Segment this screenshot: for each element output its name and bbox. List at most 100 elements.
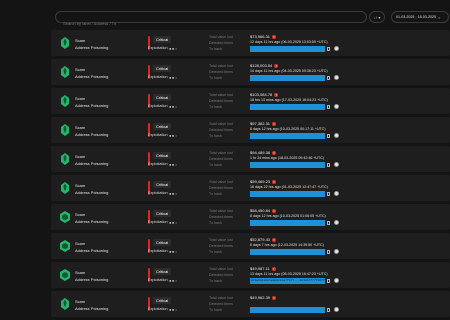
date-range-label: 01-03-2025 - 18-03-2025 [396,15,436,19]
copy-icon[interactable] [327,220,330,225]
copy-icon[interactable] [327,249,330,254]
tx-hash[interactable] [250,307,325,313]
warning-icon: ! [272,295,277,300]
incident-row[interactable]: Scam Address Poisoning Critical Exploita… [51,262,450,288]
tx-hash[interactable] [250,75,325,81]
total-value-lost-label: Total value lost [209,180,233,184]
warning-icon: ! [272,237,277,242]
detected-time-label: Detected times [209,215,233,219]
severity-dots: ●●● [169,278,178,283]
incident-row[interactable]: Scam Address Poisoning Critical Exploita… [51,175,450,201]
copy-icon[interactable] [327,75,330,80]
tx-hash-label: Tx hash [209,47,222,51]
incident-row[interactable]: Scam Address Poisoning Critical Exploita… [51,88,450,114]
green-leaf-icon [60,95,70,107]
incident-subtype: Address Poisoning [75,248,109,253]
total-value-lost-label: Total value lost [209,93,233,97]
dot-empty: ● [174,306,178,312]
explorer-icon[interactable] [334,162,339,167]
category-label: Exploitation [148,249,168,253]
warning-icon: ! [272,208,277,213]
detected-time: 14 days 11 hrs ago (04-03-2025 00:36:23 … [250,69,328,73]
total-value-lost-label: Total value lost [209,151,233,155]
severity-dots: ●●● [169,46,178,51]
tx-hash-label: Tx hash [209,250,222,254]
tx-hash[interactable] [250,220,325,226]
clear-date-icon[interactable]: × [438,15,440,20]
tx-hash[interactable] [250,46,325,52]
explorer-icon[interactable] [334,46,339,51]
severity-dots: ●●● [169,249,178,254]
top-bar: ↓↑ ▾ 01-03-2025 - 18-03-2025 × [0,0,450,30]
green-leaf-icon [60,153,70,165]
copy-icon[interactable] [327,191,330,196]
explorer-icon[interactable] [334,307,339,312]
detected-time: 16 days 22 hrs ago (01-03-2025 12:47:47 … [250,185,328,189]
incident-subtype: Address Poisoning [75,306,109,311]
value-lost-text: $94,489.38 [250,150,271,155]
copy-icon[interactable] [327,278,330,283]
detected-time-label: Detected times [209,70,233,74]
detected-time-label: Detected times [209,157,233,161]
green-cube-icon [60,269,70,281]
warning-icon: ! [272,121,277,126]
sort-button[interactable]: ↓↑ ▾ [369,11,385,23]
tx-hash[interactable] [250,191,325,197]
incident-list: Scam Address Poisoning Critical Exploita… [51,30,450,320]
explorer-icon[interactable] [334,278,339,283]
tx-hash[interactable]: 0x6ab01a9e5a0e0c1ba7f1ff...9c4db7ff7f82f… [250,278,325,284]
severity-dots: ●●● [169,162,178,167]
value-lost-text: $58,450.84 [250,208,271,213]
warning-icon: ! [272,34,277,39]
copy-icon[interactable] [327,46,330,51]
explorer-icon[interactable] [334,249,339,254]
value-lost: $97,382.31 ! [250,121,277,126]
tx-hash[interactable] [250,133,325,139]
value-lost-text: $49,962.39 [250,295,271,300]
tx-hash[interactable] [250,104,325,110]
date-range-picker[interactable]: 01-03-2025 - 18-03-2025 × [391,11,449,23]
copy-icon[interactable] [327,307,330,312]
total-value-lost-label: Total value lost [209,267,233,271]
incident-row[interactable]: Scam Address Poisoning Critical Exploita… [51,204,450,230]
incident-row[interactable]: Scam Address Poisoning Critical Exploita… [51,233,450,259]
search-box[interactable] [55,11,367,29]
copy-icon[interactable] [327,133,330,138]
tx-hash-label: Tx hash [209,76,222,80]
value-lost-text: $103,084.78 [250,92,273,97]
green-leaf-icon [60,66,70,78]
incident-type: Scam [75,241,86,246]
explorer-icon[interactable] [334,75,339,80]
incident-row[interactable]: Scam Address Poisoning Critical Exploita… [51,146,450,172]
incident-row[interactable]: Scam Address Poisoning Critical Exploita… [51,291,450,317]
incident-subtype: Address Poisoning [75,161,109,166]
incident-row[interactable]: Scam Address Poisoning Critical Exploita… [51,30,450,56]
severity-dots: ●●● [169,191,178,196]
warning-icon: ! [272,150,277,155]
incident-type: Scam [75,38,86,43]
explorer-icon[interactable] [334,104,339,109]
tx-hash[interactable] [250,249,325,255]
severity-badge: Critical [153,36,172,43]
incident-row[interactable]: Scam Address Poisoning Critical Exploita… [51,59,450,85]
copy-icon[interactable] [327,162,330,167]
explorer-icon[interactable] [334,191,339,196]
detected-time-label: Detected times [209,99,233,103]
detected-time-label: Detected times [209,41,233,45]
dot-empty: ● [174,103,178,109]
severity-badge: Critical [153,152,172,159]
detected-time: 18 hrs 13 mins ago (17-03-2025 16:04:23 … [250,98,328,102]
incident-type: Scam [75,154,86,159]
category-label: Exploitation [148,278,168,282]
dot-empty: ● [174,45,178,51]
value-lost: $73,966.31 ! [250,34,277,39]
explorer-icon[interactable] [334,220,339,225]
tx-hash[interactable] [250,162,325,168]
total-value-lost-label: Total value lost [209,122,233,126]
incident-subtype: Address Poisoning [75,190,109,195]
incident-row[interactable]: Scam Address Poisoning Critical Exploita… [51,117,450,143]
category-label: Exploitation [148,133,168,137]
explorer-icon[interactable] [334,133,339,138]
copy-icon[interactable] [327,104,330,109]
search-input[interactable] [56,18,366,29]
